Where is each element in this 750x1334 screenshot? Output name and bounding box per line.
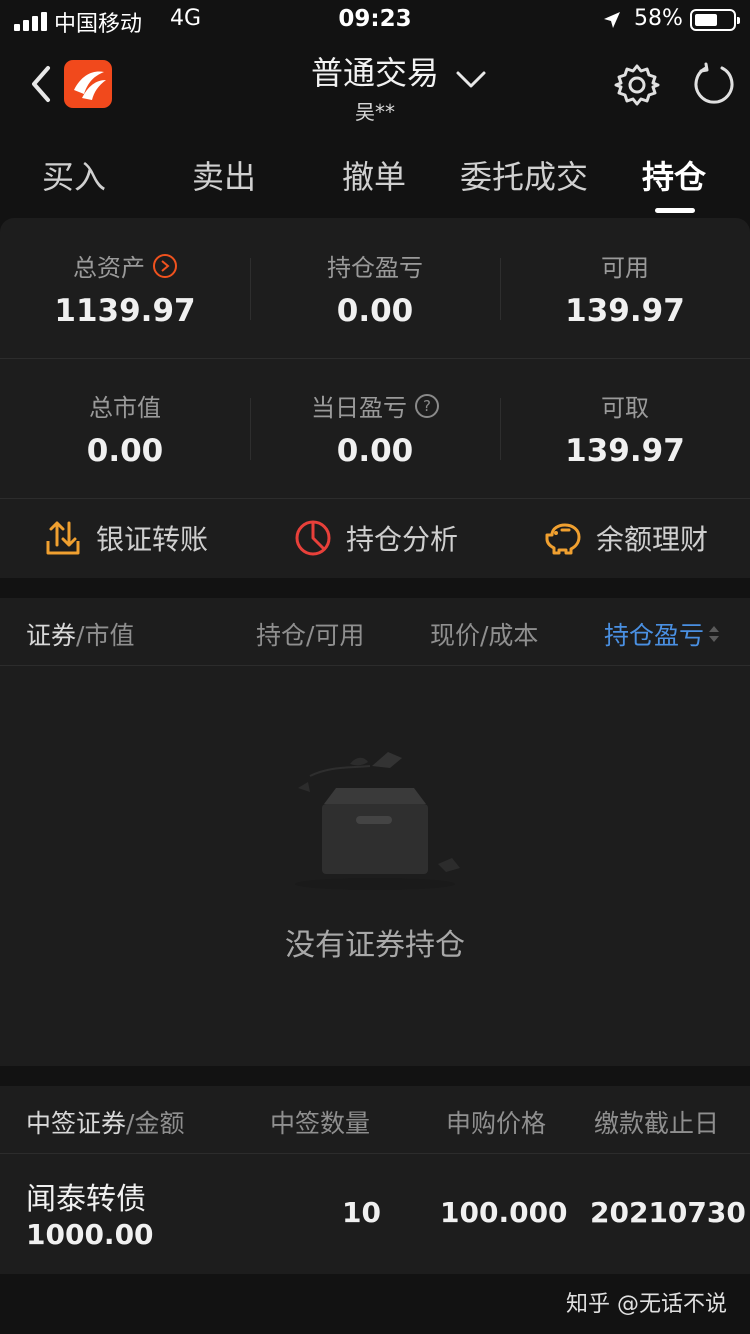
help-icon[interactable]: ?	[415, 393, 439, 418]
positions-table: 证券/市值 持仓/可用 现价/成本 持仓盈亏 没有证券持仓	[0, 598, 750, 1066]
market-value: 总市值 0.00	[0, 388, 250, 469]
allotment-table-header: 中签证券/金额 中签数量 申购价格 缴款截止日	[0, 1086, 750, 1154]
allotted-quantity: 10	[342, 1196, 381, 1229]
balance-finance-label: 余额理财	[596, 523, 709, 556]
account-summary: 总资产 1139.97 持仓盈亏 0.00 可用 139.97 总市值 0.00…	[0, 218, 750, 578]
battery-level-fill	[695, 14, 717, 26]
available-funds: 可用 139.97	[500, 248, 750, 329]
positions-table-header: 证券/市值 持仓/可用 现价/成本 持仓盈亏	[0, 598, 750, 666]
daily-pl: 当日盈亏 ? 0.00	[250, 388, 500, 469]
page-title[interactable]: 普通交易	[311, 48, 439, 94]
location-arrow-icon	[604, 12, 620, 28]
position-pl-label: 持仓盈亏	[327, 254, 423, 282]
bank-transfer-button[interactable]: 银证转账	[44, 518, 208, 558]
column-price-cost: 现价/成本	[430, 621, 539, 650]
tab-buy[interactable]: 买入	[24, 152, 124, 198]
chevron-down-icon[interactable]	[455, 70, 487, 90]
total-assets[interactable]: 总资产 1139.97	[0, 248, 250, 329]
piggy-bank-icon	[545, 523, 581, 555]
gear-icon[interactable]	[614, 62, 660, 108]
withdrawable-value: 139.97	[565, 433, 685, 469]
empty-positions-message: 没有证券持仓	[285, 928, 465, 963]
payment-deadline: 20210730	[590, 1196, 746, 1229]
transfer-icon	[46, 521, 80, 555]
available-value: 139.97	[565, 293, 685, 329]
empty-box-illustration	[295, 752, 460, 890]
column-payment-deadline: 缴款截止日	[594, 1109, 720, 1138]
back-chevron-icon[interactable]	[26, 64, 56, 104]
position-pl-value: 0.00	[336, 293, 414, 329]
tab-cancel-order[interactable]: 撤单	[324, 152, 424, 198]
app-logo	[64, 60, 112, 108]
allotment-amount: 1000.00	[26, 1218, 154, 1251]
battery-icon	[690, 9, 740, 31]
column-security-market-value: 证券/市值	[26, 621, 135, 650]
market-value-value: 0.00	[86, 433, 164, 469]
tab-positions[interactable]: 持仓	[624, 152, 724, 198]
account-name: 吴**	[355, 100, 395, 124]
active-tab-indicator	[655, 208, 695, 213]
pie-chart-icon	[295, 520, 331, 556]
balance-finance-button[interactable]: 余额理财	[544, 518, 708, 558]
subscription-price: 100.000	[440, 1196, 568, 1229]
withdrawable: 可取 139.97	[500, 388, 750, 469]
chevron-right-circle-icon[interactable]	[153, 253, 177, 278]
column-allotted-quantity: 中签数量	[270, 1109, 371, 1138]
status-bar: 中国移动 4G 09:23 58%	[0, 0, 750, 40]
position-analysis-label: 持仓分析	[346, 523, 459, 556]
column-position-pl[interactable]: 持仓盈亏	[604, 616, 720, 652]
quick-actions: 银证转账 持仓分析 余额理财	[0, 500, 750, 578]
bank-transfer-label: 银证转账	[96, 523, 209, 556]
sort-icon[interactable]	[708, 624, 720, 644]
daily-pl-label: 当日盈亏	[311, 394, 407, 422]
tab-orders-trades[interactable]: 委托成交	[452, 152, 596, 198]
battery-percent: 58%	[634, 6, 683, 31]
total-assets-value: 1139.97	[54, 293, 196, 329]
column-allotted-security-amount: 中签证券/金额	[26, 1109, 185, 1138]
position-pl: 持仓盈亏 0.00	[250, 248, 500, 329]
security-name: 闻泰转债	[26, 1182, 146, 1217]
daily-pl-value: 0.00	[336, 433, 414, 469]
withdrawable-label: 可取	[601, 394, 649, 422]
column-subscription-price: 申购价格	[446, 1109, 547, 1138]
market-value-label: 总市值	[89, 394, 161, 422]
column-holding-available: 持仓/可用	[256, 621, 365, 650]
refresh-icon[interactable]	[692, 62, 736, 106]
watermark: 知乎 @无话不说	[566, 1292, 727, 1317]
title-wrap[interactable]: 普通交易	[250, 48, 500, 94]
position-analysis-button[interactable]: 持仓分析	[294, 518, 458, 558]
tab-sell[interactable]: 卖出	[174, 152, 274, 198]
trade-tabs: 买入 卖出 撤单 委托成交 持仓	[0, 146, 750, 216]
total-assets-label: 总资产	[73, 254, 145, 282]
available-label: 可用	[601, 254, 649, 282]
ipo-allotment-table: 中签证券/金额 中签数量 申购价格 缴款截止日 闻泰转债 1000.00 10 …	[0, 1086, 750, 1274]
